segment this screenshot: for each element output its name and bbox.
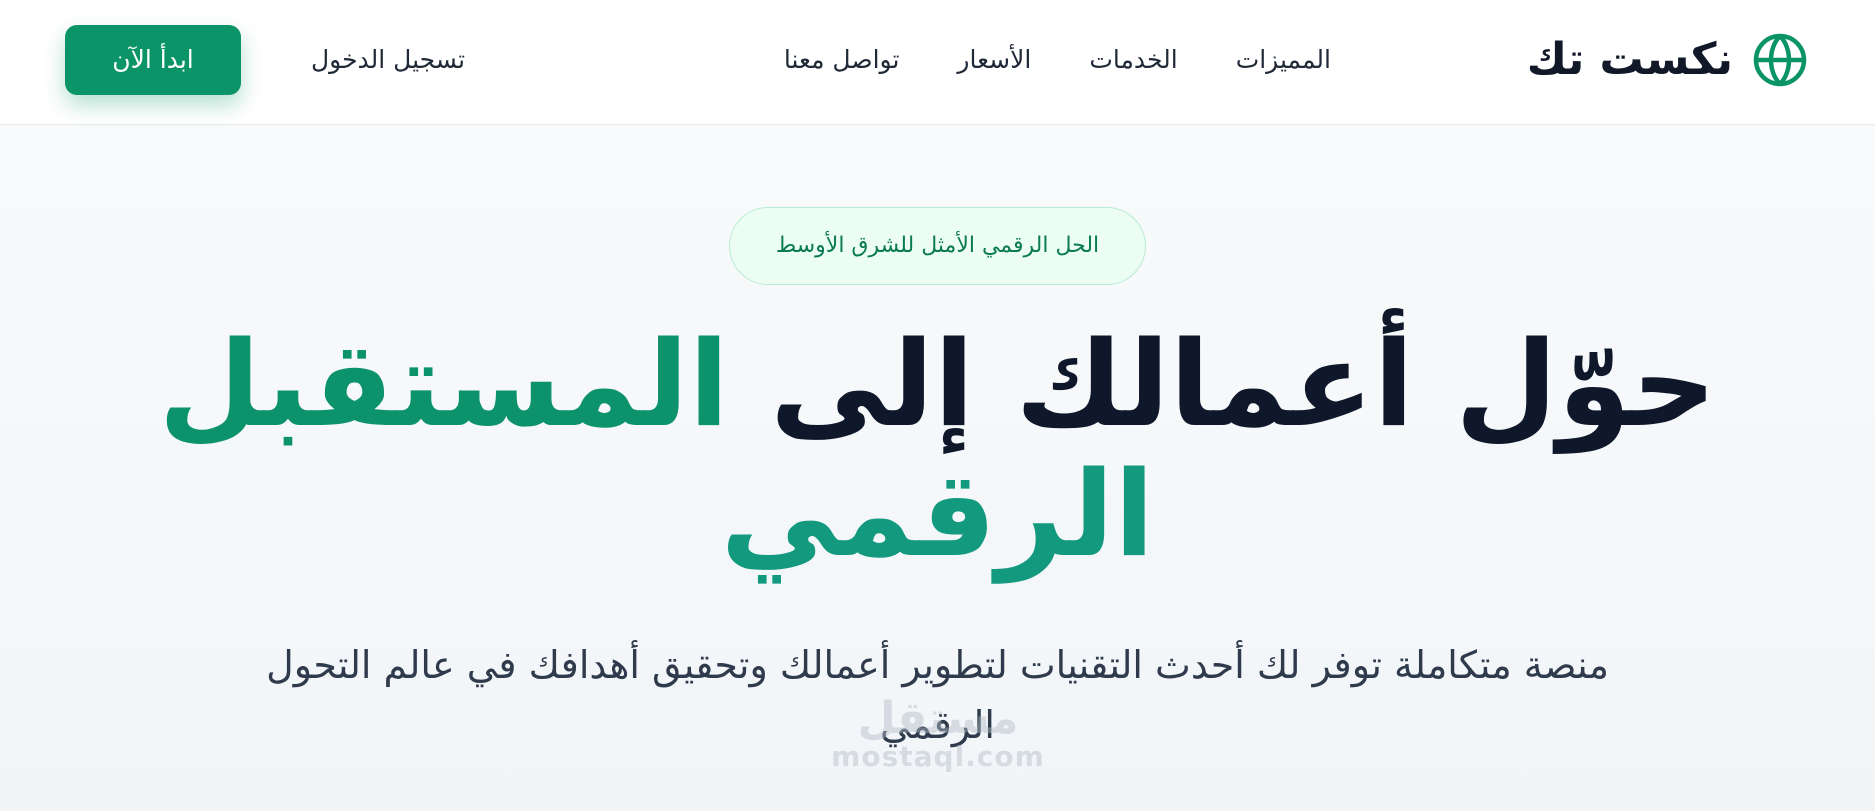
top-navbar: نكست تك المميزات الخدمات الأسعار تواصل م… (0, 0, 1875, 125)
nav-link-pricing[interactable]: الأسعار (957, 40, 1031, 80)
globe-icon (1753, 33, 1807, 87)
headline-line-1: حوّل أعمالك إلى المستقبل (0, 325, 1875, 443)
main-nav: المميزات الخدمات الأسعار تواصل معنا (784, 40, 1331, 80)
brand-logo[interactable]: نكست تك (1527, 31, 1809, 89)
hero-badge: الحل الرقمي الأمثل للشرق الأوسط (729, 207, 1146, 285)
nav-link-features[interactable]: المميزات (1236, 40, 1331, 80)
headline-dark-text: حوّل أعمالك إلى (770, 315, 1717, 453)
hero-headline: حوّل أعمالك إلى المستقبل الرقمي (0, 325, 1875, 573)
hero-section: الحل الرقمي الأمثل للشرق الأوسط حوّل أعم… (0, 125, 1875, 811)
start-now-button[interactable]: ابدأ الآن (65, 25, 241, 95)
headline-accent-text: المستقبل (158, 315, 730, 453)
nav-link-contact[interactable]: تواصل معنا (784, 40, 900, 80)
hero-subtitle: منصة متكاملة توفر لك أحدث التقنيات لتطوي… (266, 643, 1609, 747)
headline-line-2: الرقمي (720, 445, 1155, 583)
brand-name: نكست تك (1526, 34, 1733, 85)
login-link[interactable]: تسجيل الدخول (311, 40, 465, 80)
nav-link-services[interactable]: الخدمات (1089, 40, 1177, 80)
